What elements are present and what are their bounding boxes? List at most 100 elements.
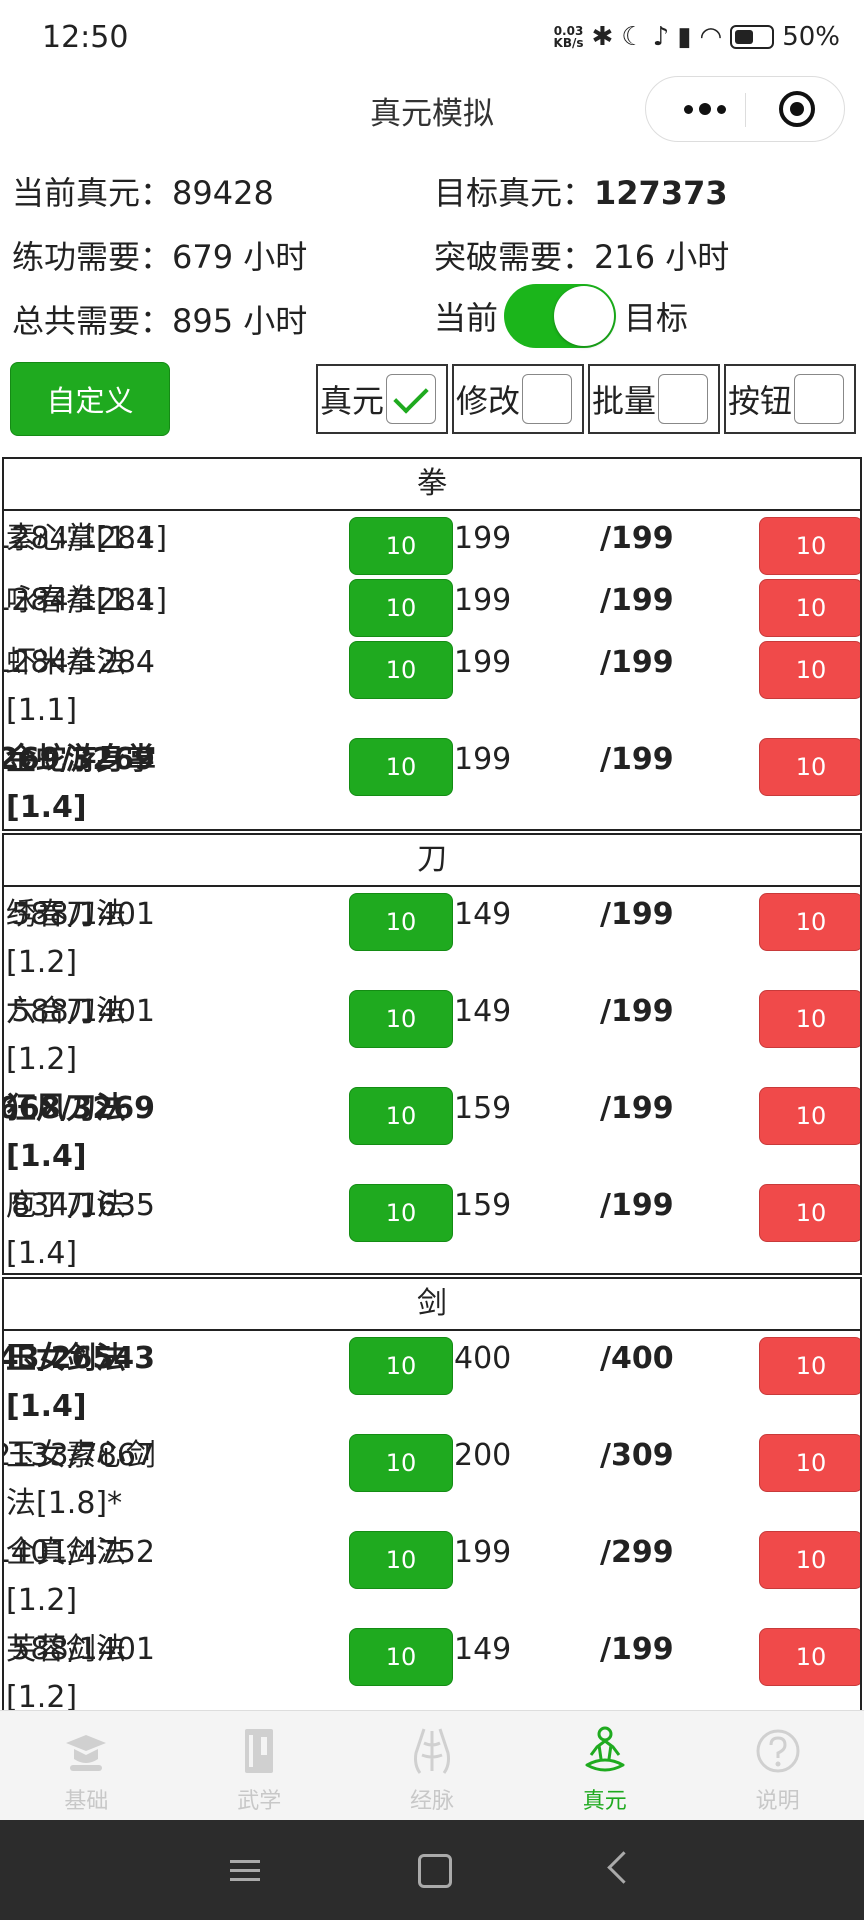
decrease-button[interactable]: 10 xyxy=(759,1337,860,1395)
skill-row: 咏春拳[1.1] 1284/1284 10 199 /199 10 xyxy=(4,573,860,637)
max-level: /199 xyxy=(600,521,674,556)
current-level: 199 xyxy=(454,1535,512,1570)
checkbox-modify[interactable] xyxy=(522,374,573,424)
close-target-icon[interactable] xyxy=(779,91,815,127)
increase-button[interactable]: 10 xyxy=(349,1434,453,1492)
battery-percent: 50% xyxy=(782,22,840,52)
moon-icon: ☾ xyxy=(621,22,645,52)
check-icon xyxy=(393,378,429,414)
section-title: 刀 xyxy=(4,835,860,887)
current-level: 199 xyxy=(454,583,512,618)
tab-bar: 基础 武学 经脉 真元 说明 xyxy=(0,1710,864,1821)
decrease-button[interactable]: 10 xyxy=(759,517,860,575)
increase-button[interactable]: 10 xyxy=(349,517,453,575)
option-modify[interactable]: 修改 xyxy=(452,364,584,434)
skill-progress: 588/1401 xyxy=(11,1632,155,1667)
book-icon xyxy=(245,1729,274,1773)
checkbox-zhenyuan[interactable] xyxy=(386,374,437,424)
tab-basics[interactable]: 基础 xyxy=(0,1711,173,1821)
decrease-button[interactable]: 10 xyxy=(759,1184,860,1242)
max-level: /199 xyxy=(600,645,674,680)
net-speed: 0.03 KB/s xyxy=(553,24,584,50)
current-level: 400 xyxy=(454,1341,512,1376)
signal-icon: ▮ xyxy=(677,22,692,52)
decrease-button[interactable]: 10 xyxy=(759,1434,860,1492)
toggle-knob xyxy=(554,286,615,346)
section-blade: 刀 绣春刀法[1.2] 588/1401 10 149 /199 10 六合刀法… xyxy=(2,833,862,1275)
max-level: /309 xyxy=(600,1438,674,1473)
increase-button[interactable]: 10 xyxy=(349,893,453,951)
increase-button[interactable]: 10 xyxy=(349,579,453,637)
tab-help[interactable]: 说明 xyxy=(691,1711,864,1821)
skill-row: 庖丁刀法[1.4] 834/1635 10 159 /199 10 xyxy=(4,1178,860,1273)
breakthrough-needed: 突破需要：216 小时 xyxy=(434,238,730,276)
skill-progress: 1401/4752 xyxy=(2,1535,155,1570)
current-level: 159 xyxy=(454,1091,512,1126)
skill-progress: 26543/26543 xyxy=(2,1341,155,1376)
skill-row: 狂风刀法[1.4] 1668/3269 10 159 /199 10 xyxy=(4,1081,860,1178)
max-level: /400 xyxy=(600,1341,674,1376)
increase-button[interactable]: 10 xyxy=(349,641,453,699)
decrease-button[interactable]: 10 xyxy=(759,893,860,951)
option-button[interactable]: 按钮 xyxy=(724,364,856,434)
max-level: /199 xyxy=(600,897,674,932)
tab-meridians[interactable]: 经脉 xyxy=(346,1711,519,1821)
home-icon[interactable] xyxy=(418,1854,452,1888)
max-level: /299 xyxy=(600,1535,674,1570)
decrease-button[interactable]: 10 xyxy=(759,641,860,699)
skill-row: 金蛇游身掌[1.4] 3269/3269 10 199 /199 10 xyxy=(4,732,860,829)
increase-button[interactable]: 10 xyxy=(349,1337,453,1395)
increase-button[interactable]: 10 xyxy=(349,1531,453,1589)
toggle-left-label: 当前 xyxy=(434,299,499,337)
section-title: 剑 xyxy=(4,1279,860,1331)
decrease-button[interactable]: 10 xyxy=(759,1087,860,1145)
skill-row: 芙蓉剑法[1.2] 588/1401 10 149 /199 10 xyxy=(4,1622,860,1711)
skill-progress: 1284/1284 xyxy=(2,645,155,680)
help-icon xyxy=(756,1729,800,1773)
increase-button[interactable]: 10 xyxy=(349,738,453,796)
back-icon[interactable] xyxy=(607,1851,640,1884)
skill-row: 全真剑法[1.2] 1401/4752 10 199 /299 10 xyxy=(4,1525,860,1622)
current-level: 149 xyxy=(454,1632,512,1667)
hat-icon xyxy=(66,1735,107,1771)
status-icons: 0.03 KB/s ✱ ☾ ♪ ▮ ◠ 50% xyxy=(554,22,840,52)
skill-progress: 1668/3269 xyxy=(4,1091,155,1126)
option-batch[interactable]: 批量 xyxy=(588,364,720,434)
mute-bell-icon: ♪ xyxy=(652,22,670,52)
current-level: 199 xyxy=(454,742,512,777)
skill-row: 绣春刀法[1.2] 588/1401 10 149 /199 10 xyxy=(4,887,860,984)
decrease-button[interactable]: 10 xyxy=(759,738,860,796)
increase-button[interactable]: 10 xyxy=(349,990,453,1048)
battery-icon xyxy=(730,25,775,49)
decrease-button[interactable]: 10 xyxy=(759,579,860,637)
tab-zhenyuan[interactable]: 真元 xyxy=(518,1711,691,1821)
checkbox-batch[interactable] xyxy=(658,374,709,424)
current-level: 149 xyxy=(454,994,512,1029)
section-fist: 拳 素心掌[1.1] 1284/1284 10 199 /199 10 咏春拳[… xyxy=(2,457,862,831)
more-icon[interactable] xyxy=(670,89,740,129)
max-level: /199 xyxy=(600,1632,674,1667)
custom-button[interactable]: 自定义 xyxy=(10,362,170,436)
bluetooth-icon: ✱ xyxy=(591,22,614,52)
body-icon xyxy=(413,1728,450,1774)
tab-martial-arts[interactable]: 武学 xyxy=(173,1711,346,1821)
decrease-button[interactable]: 10 xyxy=(759,1531,860,1589)
target-zhenyuan: 目标真元：127373 xyxy=(434,174,728,212)
decrease-button[interactable]: 10 xyxy=(759,1628,860,1686)
current-target-switch-group: 当前 目标 xyxy=(434,284,688,348)
increase-button[interactable]: 10 xyxy=(349,1184,453,1242)
checkbox-button[interactable] xyxy=(794,374,845,424)
meditation-icon xyxy=(585,1726,625,1772)
skill-row: 素心掌[1.1] 1284/1284 10 199 /199 10 xyxy=(4,511,860,575)
status-time: 12:50 xyxy=(42,20,129,55)
max-level: /199 xyxy=(600,1091,674,1126)
option-zhenyuan[interactable]: 真元 xyxy=(316,364,448,434)
current-level: 199 xyxy=(454,521,512,556)
decrease-button[interactable]: 10 xyxy=(759,990,860,1048)
current-target-toggle[interactable] xyxy=(504,284,617,348)
increase-button[interactable]: 10 xyxy=(349,1087,453,1145)
capsule-divider xyxy=(745,93,746,127)
increase-button[interactable]: 10 xyxy=(349,1628,453,1686)
menu-icon[interactable] xyxy=(230,1854,260,1887)
skill-progress: 2133/7867 xyxy=(2,1438,155,1473)
